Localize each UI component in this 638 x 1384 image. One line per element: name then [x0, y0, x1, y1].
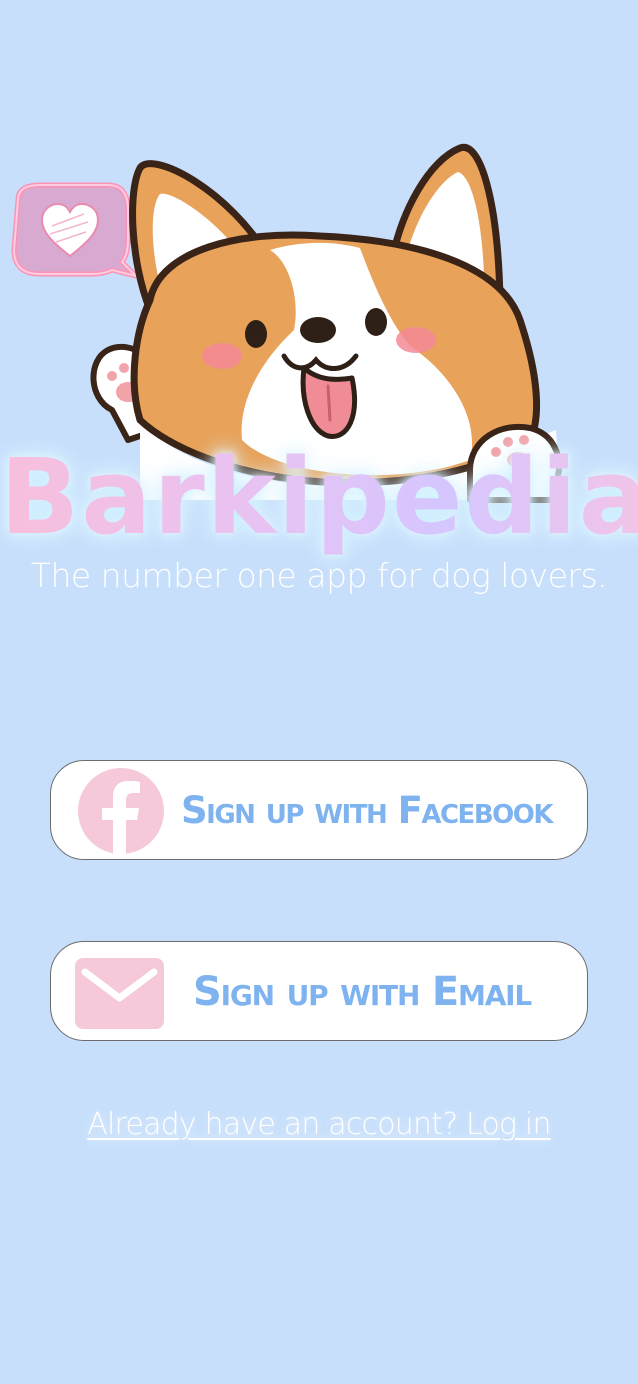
- signup-facebook-button[interactable]: Sign up with Facebook: [50, 760, 588, 860]
- signup-facebook-label: Sign up with Facebook: [181, 789, 554, 832]
- envelope-icon: [75, 958, 164, 1029]
- app-title: Barkipedia: [0, 432, 638, 562]
- heart-speech-bubble-icon: [11, 182, 145, 281]
- login-link[interactable]: Already have an account? Log in: [0, 1102, 638, 1148]
- signup-email-button[interactable]: Sign up with Email: [50, 941, 588, 1041]
- hero-section: Barkipedia The number one app for dog lo…: [0, 0, 638, 640]
- app-tagline: The number one app for dog lovers.: [30, 556, 608, 595]
- signup-email-label: Sign up with Email: [193, 969, 532, 1015]
- facebook-icon: [78, 768, 164, 854]
